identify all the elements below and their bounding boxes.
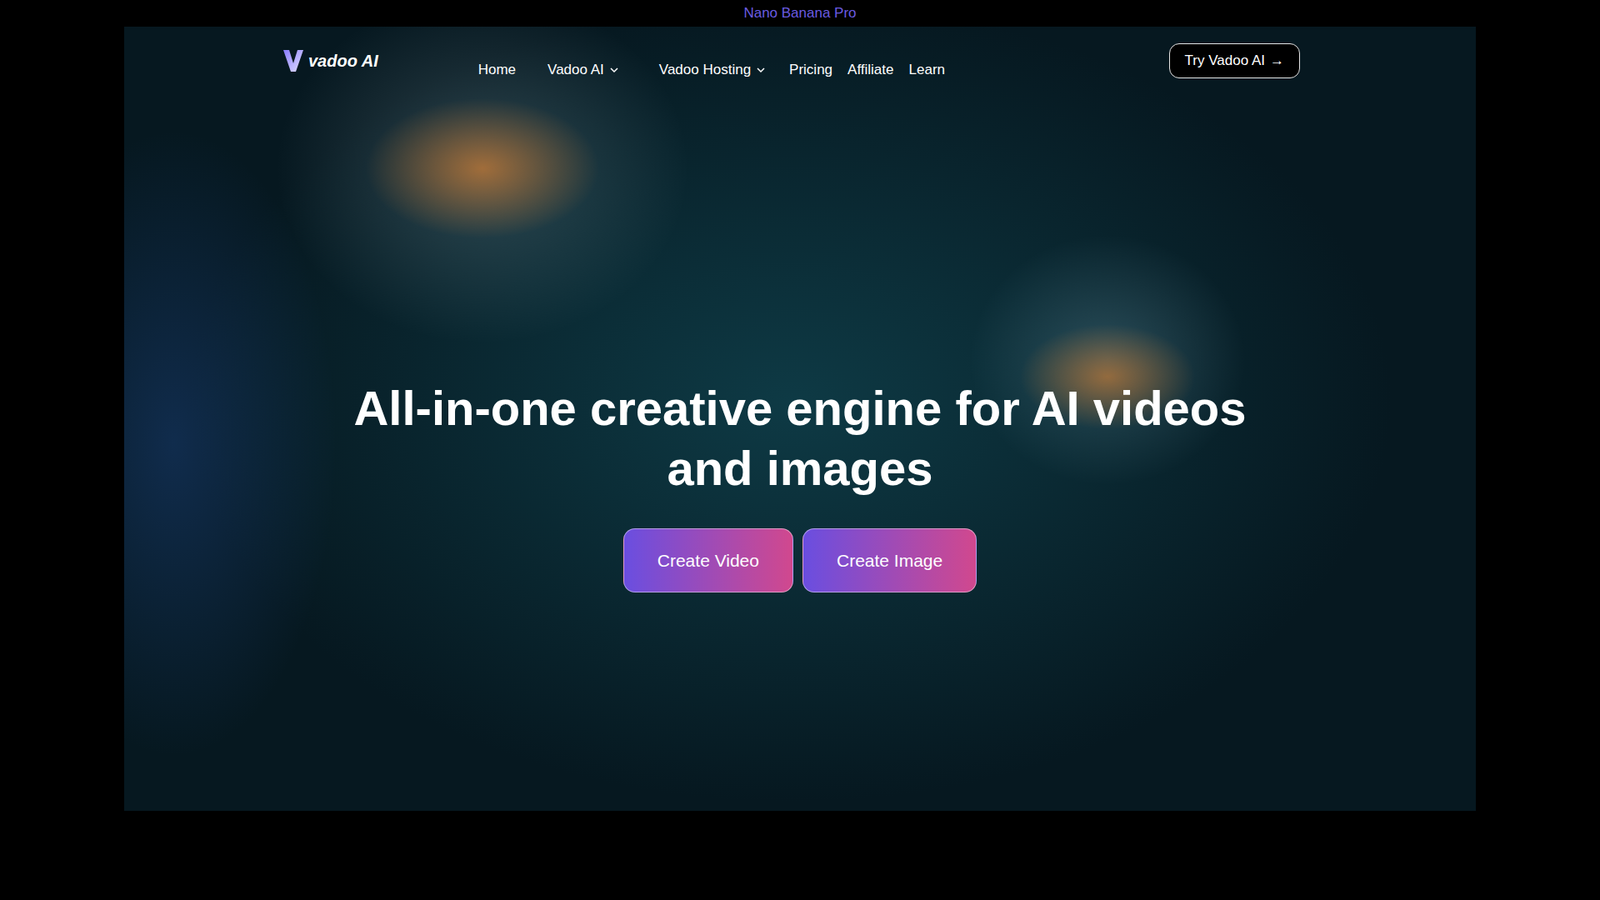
logo-mark-icon [283,50,304,72]
nav-item[interactable]: Vadoo Hosting [659,61,766,79]
hero-section: vadoo AI Home Vadoo AI Vadoo Hosting Pricing… [124,26,1476,811]
banner-text[interactable]: Nano Banana Pro [743,5,856,22]
hero-actions: Create VideoCreate Image [623,528,977,593]
nav-item[interactable]: Learn [909,61,945,79]
page: Nano Banana Pro vadoo AI Home Vadoo AI Vadoo… [0,0,1600,900]
logo[interactable]: vadoo AI [283,50,379,72]
nav-item[interactable]: Affiliate [847,61,894,79]
nav-item[interactable]: Pricing [789,61,833,79]
create-button[interactable]: Create Video [623,528,794,593]
top-nav: vadoo AI Home Vadoo AI Vadoo Hosting Pricing… [124,26,1476,79]
try-button[interactable]: Try Vadoo AI→ [1169,43,1300,79]
chevron-down-icon [755,65,766,75]
arrow-right-icon: → [1270,52,1285,70]
announcement-banner[interactable]: Nano Banana Pro [0,0,1600,27]
hero-content: All-in-one creative engine for AI videos… [124,378,1476,593]
nav-item[interactable]: Vadoo AI [547,61,620,79]
logo-text: vadoo AI [308,51,379,71]
nav-links: Home Vadoo AI Vadoo Hosting Pricing Affiliat… [478,61,945,79]
hero-title: All-in-one creative engine for AI videos… [353,378,1246,499]
nav-item[interactable]: Home [478,61,516,79]
chevron-down-icon [609,65,620,75]
create-button[interactable]: Create Image [802,528,977,593]
